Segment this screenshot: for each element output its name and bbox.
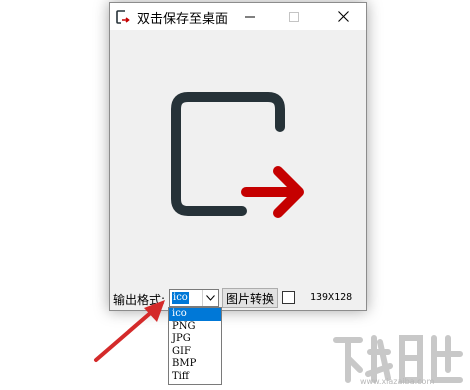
dropdown-option[interactable]: Tiff bbox=[169, 371, 221, 384]
dropdown-option[interactable]: JPG bbox=[169, 333, 221, 346]
app-window: 双击保存至桌面 输出格式: ico 图片转换 139X128 bbox=[109, 2, 367, 311]
format-select[interactable]: ico bbox=[169, 289, 219, 307]
convert-button[interactable]: 图片转换 bbox=[222, 288, 278, 308]
dropdown-option[interactable]: BMP bbox=[169, 358, 221, 371]
arrow-shape bbox=[241, 166, 304, 218]
dropdown-option[interactable]: PNG bbox=[169, 321, 221, 334]
format-dropdown-list: ico PNG JPG GIF BMP Tiff bbox=[168, 307, 222, 385]
title-bar[interactable]: 双击保存至桌面 bbox=[110, 3, 366, 30]
dropdown-option[interactable]: ico bbox=[169, 308, 221, 321]
close-button[interactable] bbox=[324, 3, 362, 30]
app-icon bbox=[116, 10, 130, 24]
option-checkbox[interactable] bbox=[282, 291, 295, 304]
maximize-button[interactable] bbox=[275, 3, 313, 30]
watermark-url: www.xiazaiba.com bbox=[360, 377, 435, 386]
minimize-icon bbox=[245, 16, 255, 17]
chevron-down-icon[interactable] bbox=[202, 290, 218, 306]
minimize-button[interactable] bbox=[231, 3, 269, 30]
dropdown-option[interactable]: GIF bbox=[169, 346, 221, 359]
export-arrow-icon[interactable] bbox=[166, 87, 318, 227]
window-title: 双击保存至桌面 bbox=[137, 12, 229, 27]
close-icon bbox=[337, 11, 349, 22]
format-value: ico bbox=[172, 292, 189, 304]
maximize-icon bbox=[289, 11, 299, 22]
image-size-text: 139X128 bbox=[310, 292, 353, 303]
bottom-toolbar: 输出格式: ico 图片转换 139X128 bbox=[110, 288, 366, 308]
format-label: 输出格式: bbox=[113, 293, 166, 307]
